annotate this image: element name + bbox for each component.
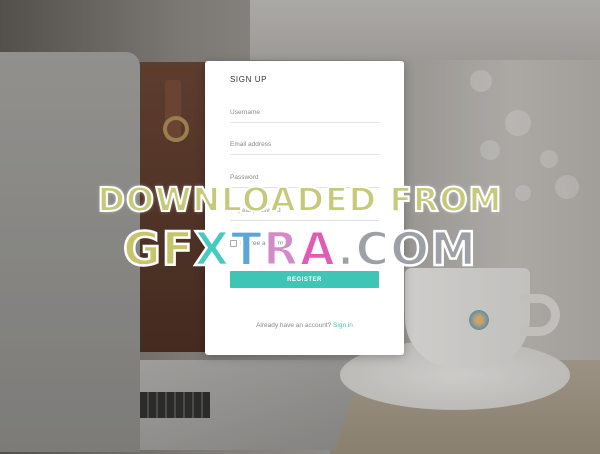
terms-checkbox-row[interactable]: I agree all terms bbox=[230, 240, 287, 247]
have-account-text: Already have an account? bbox=[256, 322, 332, 329]
username-input[interactable] bbox=[230, 109, 379, 123]
password-input[interactable] bbox=[230, 174, 379, 188]
email-input[interactable] bbox=[230, 141, 379, 155]
signin-link[interactable]: Sign in bbox=[333, 322, 353, 329]
confirm-password-input[interactable] bbox=[230, 207, 379, 221]
signup-card: SIGN UP I agree all terms REGISTER Alrea… bbox=[205, 61, 404, 355]
register-button[interactable]: REGISTER bbox=[230, 271, 379, 288]
terms-label: I agree all terms bbox=[240, 240, 287, 247]
checkbox-icon[interactable] bbox=[230, 240, 237, 247]
signin-prompt: Already have an account? Sign in bbox=[205, 322, 404, 329]
signup-title: SIGN UP bbox=[230, 75, 268, 84]
